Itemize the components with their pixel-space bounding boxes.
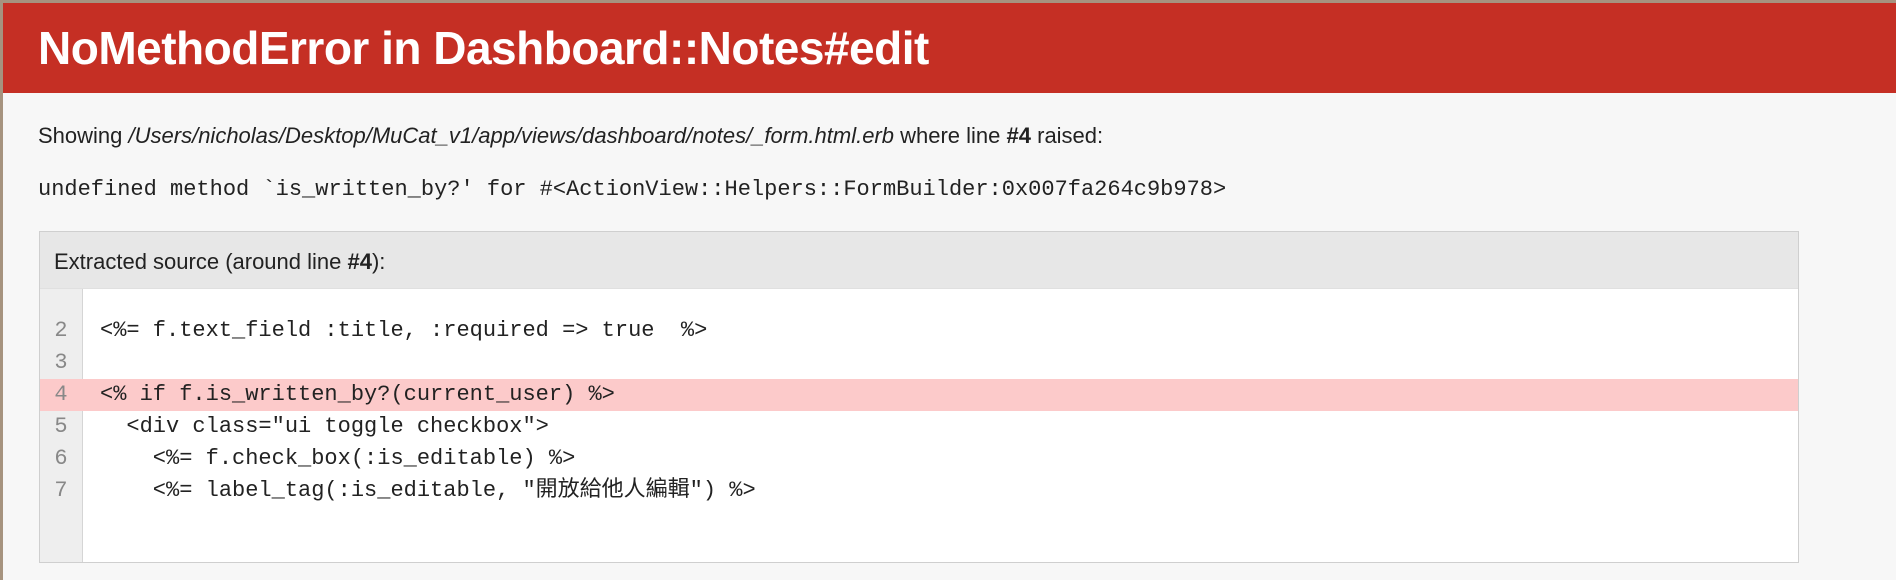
error-message: undefined method `is_written_by?' for #<…	[38, 177, 1227, 202]
line-code: <div class="ui toggle checkbox">	[100, 414, 549, 439]
code-block: 2 <%= f.text_field :title, :required => t…	[40, 289, 1798, 562]
code-line: 6 <%= f.check_box(:is_editable) %>	[40, 443, 1798, 475]
code-line: 5 <div class="ui toggle checkbox">	[40, 411, 1798, 443]
source-title-prefix: Extracted source (around line	[54, 249, 348, 274]
line-code: <%= f.text_field :title, :required => tr…	[100, 318, 708, 343]
error-header: NoMethodError in Dashboard::Notes#edit	[3, 3, 1896, 93]
error-page: NoMethodError in Dashboard::Notes#edit S…	[3, 3, 1896, 580]
line-code: <%= f.check_box(:is_editable) %>	[100, 446, 576, 471]
error-title: NoMethodError in Dashboard::Notes#edit	[38, 22, 929, 74]
line-code: <% if f.is_written_by?(current_user) %>	[100, 382, 615, 407]
line-code: <%= label_tag(:is_editable, "開放給他人編輯") %…	[100, 478, 756, 503]
line-number: 2	[54, 318, 68, 343]
code-line: 2 <%= f.text_field :title, :required => t…	[40, 315, 1798, 347]
line-number: 7	[54, 478, 68, 503]
error-content: Showing /Users/nicholas/Desktop/MuCat_v1…	[3, 123, 1896, 203]
showing-middle: where line	[894, 123, 1007, 148]
template-location: Showing /Users/nicholas/Desktop/MuCat_v1…	[38, 123, 1861, 149]
code-lines: 2 <%= f.text_field :title, :required => t…	[40, 315, 1798, 507]
code-line: 7 <%= label_tag(:is_editable, "開放給他人編輯")…	[40, 475, 1798, 507]
line-number: 3	[54, 350, 68, 375]
source-title-line: #4	[347, 249, 372, 274]
line-number: 4	[54, 382, 68, 407]
code-line: 3	[40, 347, 1798, 379]
template-path: /Users/nicholas/Desktop/MuCat_v1/app/vie…	[128, 123, 894, 148]
showing-suffix: raised:	[1031, 123, 1104, 148]
showing-prefix: Showing	[38, 123, 129, 148]
raised-line-ref: #4	[1006, 123, 1031, 148]
extracted-source-panel: Extracted source (around line #4): 2 <%= …	[39, 231, 1799, 563]
line-number: 6	[54, 446, 68, 471]
code-line-highlighted: 4 <% if f.is_written_by?(current_user) %>	[40, 379, 1798, 411]
extracted-source-title: Extracted source (around line #4):	[40, 232, 1798, 289]
source-title-suffix: ):	[371, 249, 386, 274]
line-number: 5	[54, 414, 68, 439]
